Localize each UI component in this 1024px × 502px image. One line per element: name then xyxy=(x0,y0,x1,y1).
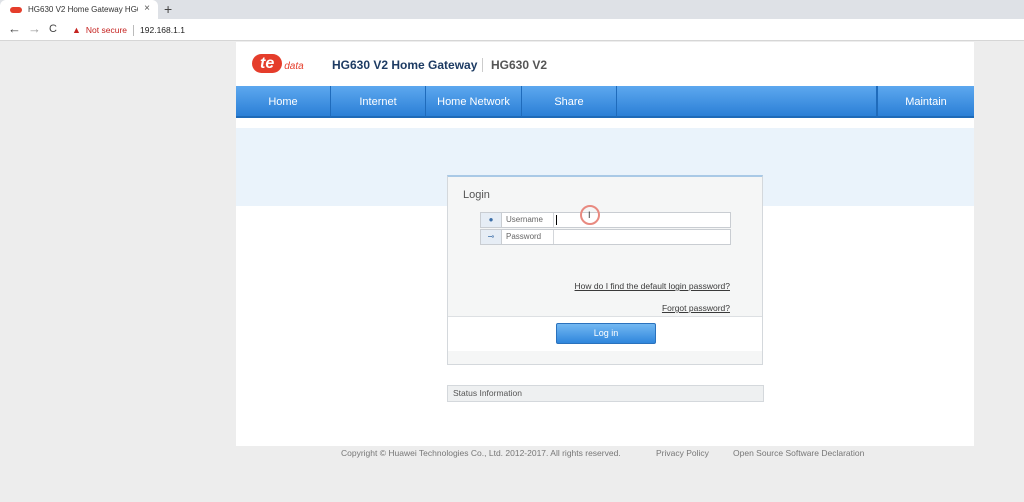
menu-spacer xyxy=(617,86,877,118)
open-source-link[interactable]: Open Source Software Declaration xyxy=(733,448,864,458)
model-name: HG630 V2 xyxy=(482,58,547,72)
login-button[interactable]: Log in xyxy=(556,323,656,344)
menu-home-network[interactable]: Home Network xyxy=(426,86,522,118)
security-status[interactable]: Not secure xyxy=(86,25,127,35)
username-field[interactable]: ● Username xyxy=(480,212,731,228)
privacy-policy-link[interactable]: Privacy Policy xyxy=(656,448,709,458)
back-button[interactable]: ← xyxy=(8,22,21,36)
password-input[interactable] xyxy=(553,230,729,244)
brand-logo: te data xyxy=(252,52,304,74)
password-field[interactable]: ⊸ Password xyxy=(480,229,731,245)
logo-subtext: data xyxy=(284,60,304,72)
login-title: Login xyxy=(463,189,490,201)
copyright-text: Copyright © Huawei Technologies Co., Ltd… xyxy=(341,448,621,458)
login-panel: Login ● Username ⊸ Password I How do I f… xyxy=(447,175,763,365)
key-icon: ⊸ xyxy=(481,230,502,244)
password-label: Password xyxy=(506,232,542,241)
product-name: HG630 V2 Home Gateway xyxy=(332,58,478,72)
menu-share[interactable]: Share xyxy=(522,86,617,118)
close-tab-icon[interactable]: × xyxy=(144,3,150,14)
user-icon: ● xyxy=(481,213,502,227)
tab-title: HG630 V2 Home Gateway HG630 xyxy=(28,5,138,14)
username-label: Username xyxy=(506,215,543,224)
login-footer: Log in xyxy=(448,316,762,351)
browser-toolbar: ← → C ▲ Not secure 192.168.1.1 xyxy=(0,19,1024,41)
text-caret xyxy=(556,215,557,225)
text-cursor-icon: I xyxy=(588,210,591,220)
menu-home[interactable]: Home xyxy=(236,86,331,118)
forgot-password-link[interactable]: Forgot password? xyxy=(662,303,730,313)
address-bar[interactable]: ▲ Not secure 192.168.1.1 xyxy=(68,22,1020,38)
logo-mark: te xyxy=(252,53,283,73)
status-information-bar[interactable]: Status Information xyxy=(447,385,764,402)
default-password-help-link[interactable]: How do I find the default login password… xyxy=(575,281,730,291)
url-text[interactable]: 192.168.1.1 xyxy=(140,25,185,35)
new-tab-button[interactable]: + xyxy=(164,1,172,17)
favicon-icon xyxy=(10,6,22,13)
reload-button[interactable]: C xyxy=(49,22,57,36)
browser-tabstrip: HG630 V2 Home Gateway HG630 × + xyxy=(0,0,1024,19)
forward-button[interactable]: → xyxy=(28,22,41,36)
main-menu: Home Internet Home Network Share Maintai… xyxy=(236,86,974,118)
menu-maintain[interactable]: Maintain xyxy=(877,86,974,118)
browser-tab[interactable]: HG630 V2 Home Gateway HG630 × xyxy=(0,0,158,19)
router-page: te data HG630 V2 Home Gateway HG630 V2 H… xyxy=(236,42,974,446)
page-footer: Copyright © Huawei Technologies Co., Ltd… xyxy=(0,448,1024,460)
menu-internet[interactable]: Internet xyxy=(331,86,426,118)
warning-icon: ▲ xyxy=(72,25,81,35)
omnibox-divider xyxy=(133,24,135,36)
